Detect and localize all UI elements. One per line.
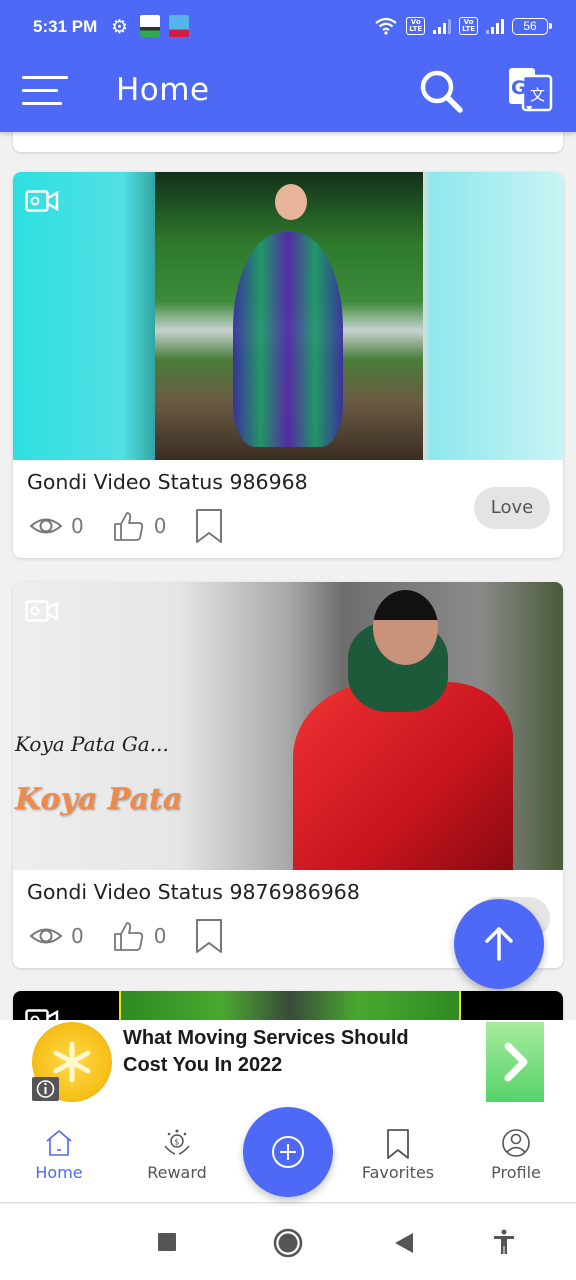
status-time: 5:31 PM [33, 17, 98, 36]
accessibility-icon[interactable] [493, 1229, 515, 1255]
nav-item-home[interactable]: Home [9, 1108, 109, 1203]
battery-icon: 56 [512, 17, 552, 35]
nav-label: Favorites [361, 1163, 435, 1182]
bookmark-icon [387, 1129, 409, 1159]
volte-icon: Vo LTE [459, 17, 478, 35]
recents-icon[interactable] [157, 1232, 177, 1252]
video-card[interactable]: Gondi Video Status 986968 0 0 Love [13, 172, 563, 558]
status-indicators: Vo LTE Vo LTE 56 [374, 17, 552, 35]
video-thumbnail[interactable] [119, 991, 461, 1020]
video-card[interactable] [13, 991, 563, 1020]
chevron-right-icon [504, 1042, 528, 1082]
video-feed[interactable]: Gondi Video Status 986968 0 0 Love Koya … [0, 132, 576, 1020]
signal-strength-icon [433, 18, 452, 34]
scroll-to-top-button[interactable] [454, 899, 544, 989]
ad-info-button[interactable] [32, 1077, 59, 1101]
wifi-icon [375, 17, 397, 35]
notification-app-icon [169, 15, 189, 37]
like-count: 0 [153, 924, 167, 948]
video-thumbnail[interactable]: Koya Pata Ga... Koya Pata [13, 582, 563, 870]
info-icon [36, 1080, 55, 1098]
signal-strength-icon [486, 18, 504, 34]
svg-text:文: 文 [530, 86, 545, 104]
nav-item-reward[interactable]: $ Reward [127, 1108, 227, 1203]
video-title[interactable]: Gondi Video Status 9876986968 [27, 880, 360, 904]
hamburger-menu-icon[interactable] [22, 74, 68, 106]
settings-gear-icon: ⚙ [111, 16, 129, 38]
thumbs-up-icon[interactable] [112, 919, 146, 953]
app-bar: Home G 文 [0, 56, 576, 132]
ad-headline[interactable]: What Moving Services Should Cost You In … [123, 1025, 453, 1079]
view-count: 0 [71, 924, 84, 948]
status-bar: 5:31 PM ⚙ Vo LTE Vo LTE 56 [0, 0, 576, 56]
add-post-button[interactable] [243, 1107, 333, 1197]
ad-cta-button[interactable] [486, 1022, 544, 1102]
overlay-text: Koya Pata Ga... [15, 732, 169, 756]
svg-text:$: $ [174, 1138, 179, 1147]
volte-icon: Vo LTE [406, 17, 426, 35]
view-count: 0 [71, 514, 84, 538]
eye-icon [29, 518, 63, 534]
bookmark-icon[interactable] [194, 918, 224, 954]
video-stats: 0 0 [29, 508, 224, 544]
video-title[interactable]: Gondi Video Status 986968 [27, 470, 308, 494]
notification-app-icon [140, 15, 160, 37]
love-button[interactable]: Love [474, 487, 550, 529]
eye-icon [29, 928, 63, 944]
search-icon[interactable] [418, 68, 468, 114]
video-camera-icon [25, 1009, 59, 1020]
system-navigation-bar [0, 1204, 576, 1280]
back-icon[interactable] [393, 1231, 415, 1255]
svg-text:G: G [511, 77, 527, 99]
overlay-text: Koya Pata [15, 782, 183, 817]
like-count: 0 [153, 514, 167, 538]
reward-icon: $ [164, 1129, 190, 1155]
profile-icon [502, 1129, 530, 1157]
video-thumbnail[interactable] [13, 172, 563, 460]
nav-label: Home [35, 1163, 83, 1182]
nav-label: Profile [491, 1163, 541, 1182]
nav-item-favorites[interactable]: Favorites [348, 1108, 448, 1203]
video-camera-icon [25, 600, 59, 622]
video-stats: 0 0 [29, 918, 224, 954]
bookmark-icon[interactable] [194, 508, 224, 544]
add-circle-icon [272, 1136, 304, 1168]
home-icon [46, 1130, 72, 1156]
page-title: Home [116, 72, 210, 108]
ad-banner[interactable]: What Moving Services Should Cost You In … [0, 1020, 576, 1108]
home-circle-icon[interactable] [273, 1228, 303, 1258]
arrow-up-icon [485, 927, 513, 961]
nav-label: Reward [147, 1163, 207, 1182]
google-translate-icon[interactable]: G 文 [508, 66, 554, 114]
nav-item-profile[interactable]: Profile [466, 1108, 566, 1203]
video-camera-icon [25, 190, 59, 212]
thumbs-up-icon[interactable] [112, 509, 146, 543]
video-card[interactable] [13, 132, 563, 152]
